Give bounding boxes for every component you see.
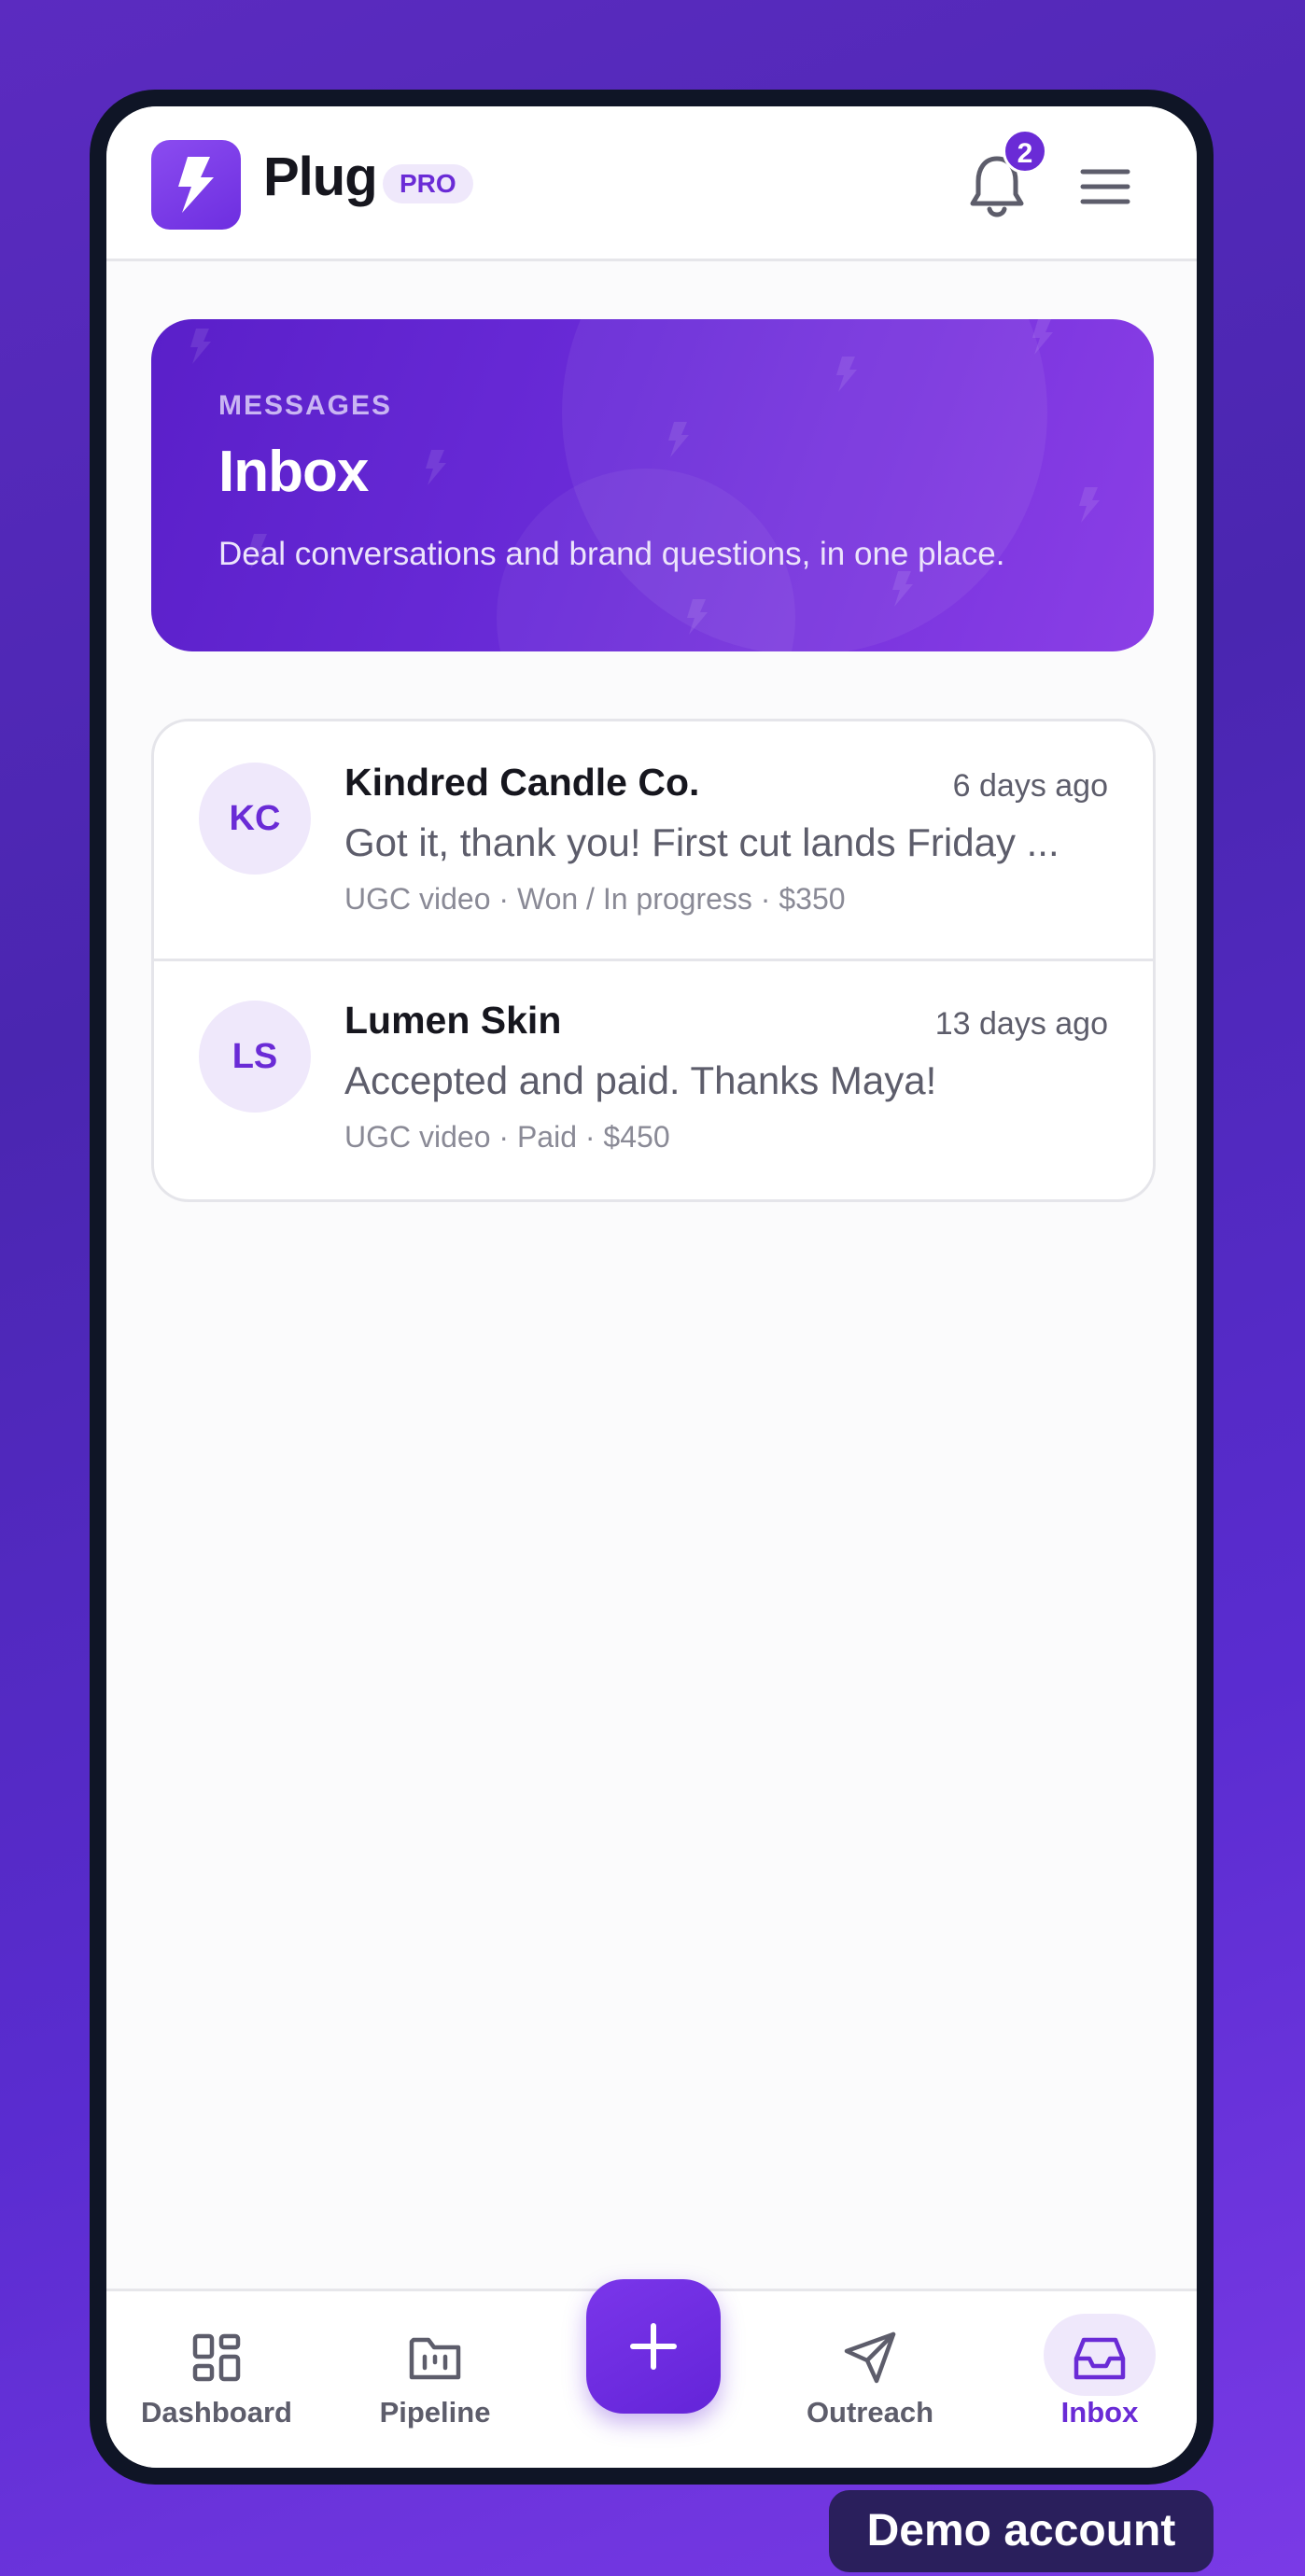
device-frame: Plug PRO 2 MESSAGES Inbox Deal conversat… [90,90,1214,2485]
conversation-row[interactable]: KC Kindred Candle Co. 6 days ago Got it,… [154,721,1153,959]
plus-icon [630,2323,677,2370]
nav-dashboard[interactable]: Dashboard [123,2329,310,2429]
nav-label: Dashboard [141,2396,292,2429]
lightning-bolt-icon [178,157,214,213]
conversation-meta: UGC video · Won / In progress · $350 [344,882,846,916]
nav-inbox[interactable]: Inbox [1006,2329,1193,2429]
conversation-time: 13 days ago [934,1006,1108,1042]
nav-outreach[interactable]: Outreach [777,2329,963,2429]
notification-count-badge: 2 [1003,129,1047,174]
nav-label: Inbox [1060,2396,1139,2429]
conversation-name: Kindred Candle Co. [344,761,700,804]
inbox-hero-banner: MESSAGES Inbox Deal conversations and br… [151,319,1154,651]
conversation-preview: Accepted and paid. Thanks Maya! [344,1058,937,1102]
app-name: Plug [263,147,378,207]
nav-label: Pipeline [379,2396,491,2429]
app-logo[interactable] [151,140,241,230]
inbox-icon [1073,2337,1126,2380]
send-icon [844,2331,896,2384]
hamburger-menu-icon[interactable] [1077,159,1133,215]
pipeline-folder-icon [409,2337,461,2380]
hero-subtitle: Deal conversations and brand questions, … [218,536,1005,572]
nav-pipeline[interactable]: Pipeline [342,2329,528,2429]
app-screen: Plug PRO 2 MESSAGES Inbox Deal conversat… [106,106,1197,2468]
conversation-list: KC Kindred Candle Co. 6 days ago Got it,… [151,719,1156,1202]
add-button[interactable] [586,2279,721,2414]
conversation-preview: Got it, thank you! First cut lands Frida… [344,820,1059,864]
top-bar: Plug PRO 2 [106,106,1197,261]
nav-label: Outreach [806,2396,934,2429]
avatar: LS [199,1001,311,1113]
demo-account-badge: Demo account [829,2490,1214,2572]
plan-badge: PRO [383,164,473,203]
conversation-time: 6 days ago [952,768,1108,804]
conversation-meta: UGC video · Paid · $450 [344,1120,670,1154]
page-title: Inbox [218,440,369,504]
hero-eyebrow: MESSAGES [218,390,393,421]
avatar: KC [199,763,311,875]
conversation-row[interactable]: LS Lumen Skin 13 days ago Accepted and p… [154,959,1153,1198]
conversation-name: Lumen Skin [344,999,562,1042]
dashboard-icon [192,2333,241,2382]
